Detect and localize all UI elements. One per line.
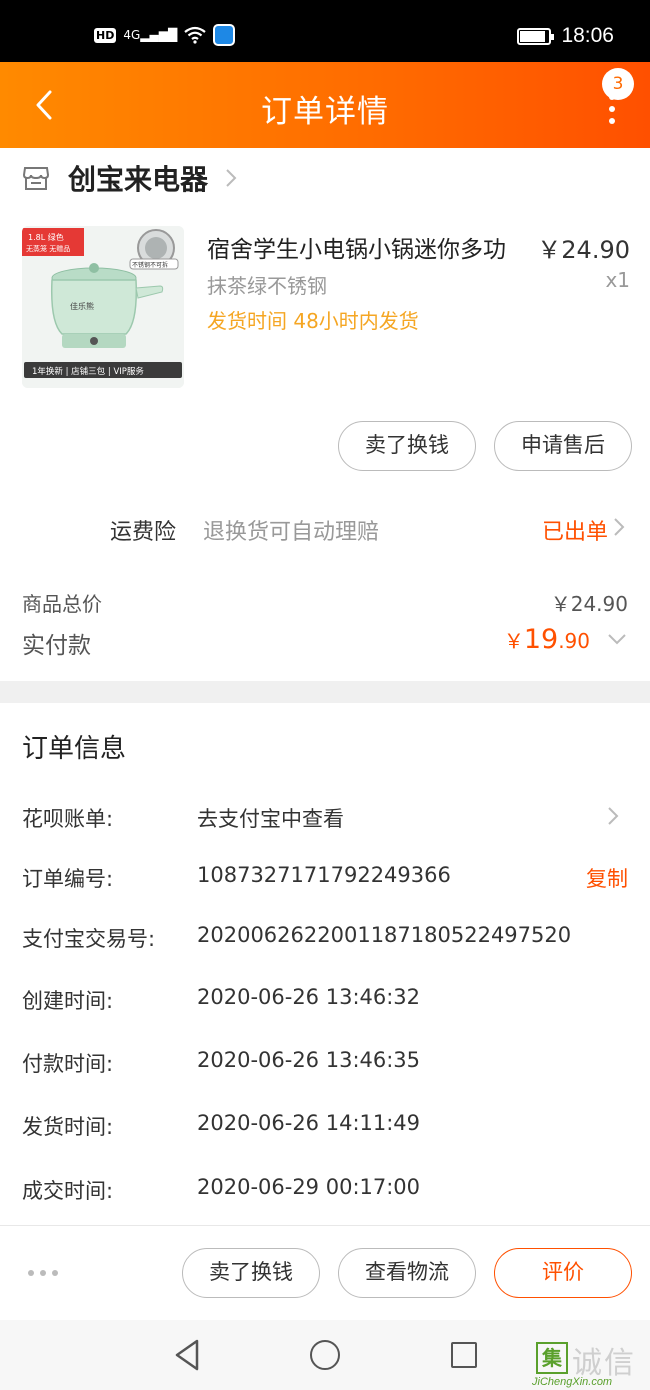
watermark-logo: 集 诚信 JiChengXin.com [530,1338,648,1390]
after-sale-button[interactable]: 申请售后 [494,421,632,471]
status-bar: HD 4G▂▄▆█ 18:06 [0,0,650,62]
clock: 18:06 [561,24,614,47]
goods-total-value: ￥24.90 [550,592,628,616]
info-value: 去支付宝中查看 [197,807,344,831]
battery-level [520,30,546,42]
huabei-bill-row[interactable]: 花呗账单: 去支付宝中查看 [22,803,628,833]
img-footer: 1年换新 | 店铺三包 | VIP服务 [32,366,144,377]
img-badge: 不锈钢不可拆 [132,261,168,269]
more-dots-icon[interactable] [28,1270,58,1276]
shipping-time-row: 发货时间: 2020-06-26 14:11:49 [22,1111,628,1141]
hd-indicator: HD [94,27,117,43]
store-icon [22,167,50,190]
img-tag-sub: 无蒸笼 无赠品 [26,244,70,253]
payment-time-row: 付款时间: 2020-06-26 13:46:35 [22,1048,628,1078]
product-title[interactable]: 宿舍学生小电锅小锅迷你多功 [207,230,527,264]
info-key: 成交时间: [22,1179,114,1203]
section-divider [0,681,650,703]
deal-time-row: 成交时间: 2020-06-29 00:17:00 [22,1175,628,1205]
app-header: 订单详情 3 [0,62,650,148]
shipping-value: 48小时内发货 [293,309,419,333]
app-notification-icon [213,24,236,46]
paid-amount-value[interactable]: ￥19.90 [504,624,590,655]
shipping-label: 发货时间 [207,309,287,333]
network-type: 4G [123,28,141,42]
img-brand: 佳乐熊 [70,301,94,311]
view-logistics-button[interactable]: 查看物流 [338,1248,476,1298]
chevron-right-icon[interactable] [612,516,626,538]
insurance-description: 退换货可自动理赔 [203,520,380,545]
nav-back-icon[interactable] [172,1338,202,1372]
paid-currency: ￥ [503,629,524,653]
nav-home-icon[interactable] [310,1340,340,1370]
battery-icon [517,27,555,45]
info-value: 2020-06-26 13:46:32 [197,985,421,1009]
order-number: 1087327171792249366 [197,863,451,887]
chevron-right-icon [608,807,619,825]
product-price: ￥24.90 [537,236,630,264]
review-button[interactable]: 评价 [494,1248,632,1298]
shipping-time: 发货时间 48小时内发货 [207,305,419,334]
product-spec: 抹茶绿不锈钢 [207,274,327,298]
order-number-row: 订单编号: 1087327171792249366 复制 [22,863,628,893]
sell-for-cash-button[interactable]: 卖了换钱 [338,421,476,471]
info-key: 支付宝交易号: [22,927,156,951]
order-info-title: 订单信息 [22,734,127,764]
chevron-right-icon [226,169,237,187]
rice-cooker-illustration: 1.8L 绿色 无蒸笼 无赠品 不锈钢不可拆 佳乐熊 1年换新 | 店铺三包 |… [22,226,184,388]
chevron-down-icon[interactable] [606,632,628,646]
shop-name: 创宝来电器 [68,163,209,196]
img-tag-top: 1.8L 绿色 [28,232,64,242]
info-value: 2020-06-29 00:17:00 [197,1175,421,1199]
wifi-icon [184,26,206,44]
copy-button[interactable]: 复制 [586,863,628,893]
info-key: 发货时间: [22,1115,114,1139]
info-value: 2020-06-26 14:11:49 [197,1111,421,1135]
signal-icon: 4G▂▄▆█ [123,28,178,42]
watermark-url: JiChengXin.com [532,1376,613,1388]
nav-recent-apps-icon[interactable] [451,1342,477,1368]
product-quantity: x1 [605,268,630,292]
info-key: 创建时间: [22,989,114,1013]
insurance-label: 运费险 [110,520,177,545]
info-value: 2020062622001187180522497520 [197,923,572,947]
info-key: 订单编号: [22,867,114,891]
shop-link[interactable]: 创宝来电器 [22,160,238,196]
bottom-sell-button[interactable]: 卖了换钱 [182,1248,320,1298]
paid-integer: 19 [523,624,559,655]
goods-total-label: 商品总价 [22,592,102,616]
notification-badge: 3 [602,68,634,100]
page-title: 订单详情 [261,94,389,130]
order-detail-screen: { "status_bar": { "network": "4G", "hd":… [0,0,650,1390]
product-image[interactable]: 1.8L 绿色 无蒸笼 无赠品 不锈钢不可拆 佳乐熊 1年换新 | 店铺三包 |… [22,226,184,388]
bottom-action-bar: 卖了换钱 查看物流 评价 [0,1225,650,1320]
paid-decimal: .90 [558,629,590,653]
insurance-status[interactable]: 已出单 [542,514,608,546]
info-key: 花呗账单: [22,807,114,831]
paid-amount-label: 实付款 [22,633,91,659]
created-time-row: 创建时间: 2020-06-26 13:46:32 [22,985,628,1015]
alipay-trade-row: 支付宝交易号: 2020062622001187180522497520 [22,923,628,953]
watermark-box: 集 [536,1342,568,1374]
info-value: 2020-06-26 13:46:35 [197,1048,421,1072]
info-key: 付款时间: [22,1052,114,1076]
